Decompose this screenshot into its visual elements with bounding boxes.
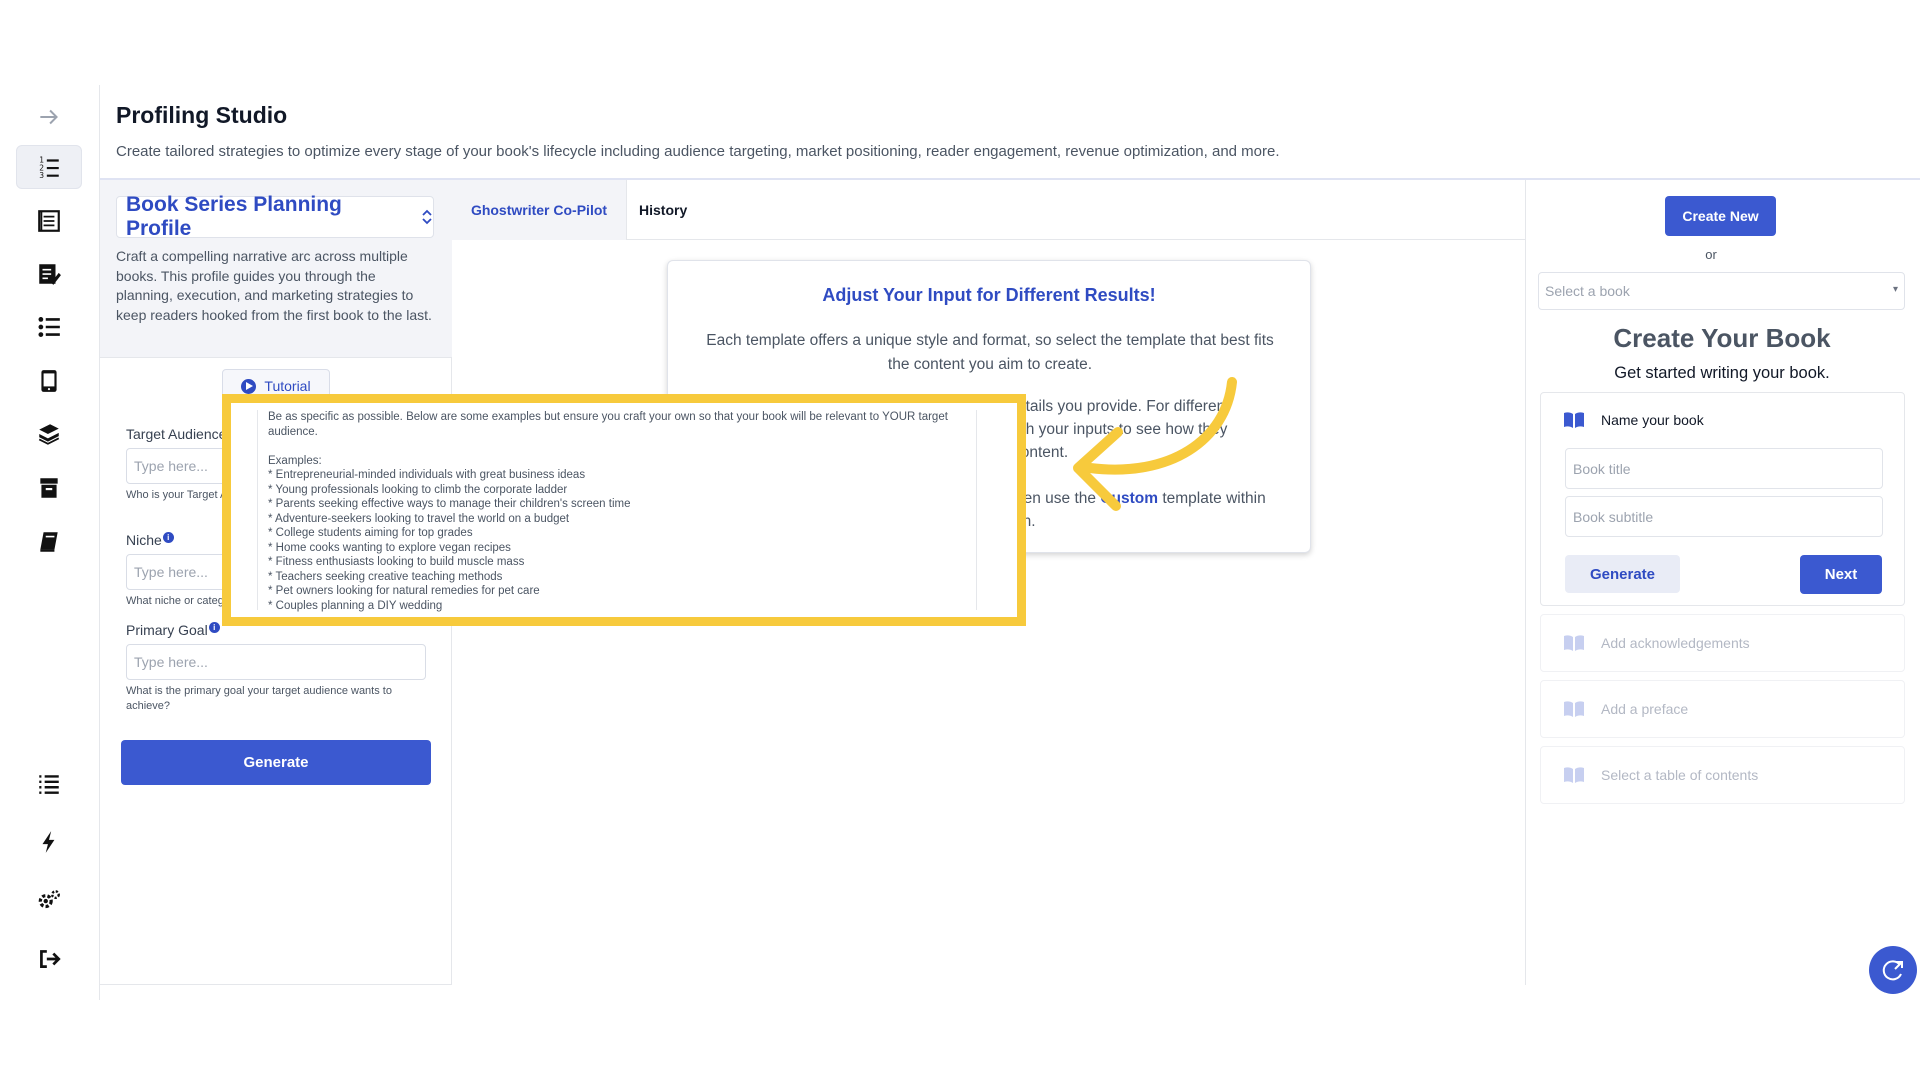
create-new-button[interactable]: Create New — [1665, 196, 1776, 236]
profile-summary: Book Series Planning Profile Craft a com… — [100, 180, 452, 358]
step-label: Select a table of contents — [1601, 767, 1759, 783]
highlight-frame — [222, 394, 1026, 626]
play-icon — [241, 378, 257, 394]
info-card-title: Adjust Your Input for Different Results! — [822, 285, 1156, 305]
book-subtitle-input[interactable]: Book subtitle — [1565, 496, 1883, 537]
page-title: Profiling Studio — [116, 102, 288, 128]
name-book-header: Name your book — [1563, 411, 1704, 429]
primary-goal-label: Primary Goal i — [126, 622, 220, 638]
annotation-arrow-icon — [1073, 377, 1237, 511]
open-book-icon — [1564, 412, 1584, 428]
svg-text:3: 3 — [39, 171, 44, 180]
arrow-right-icon[interactable] — [16, 95, 82, 139]
primary-goal-input[interactable]: Type here... — [126, 644, 426, 680]
create-book-subtitle: Get started writing your book. — [1614, 364, 1830, 382]
next-button[interactable]: Next — [1800, 555, 1882, 594]
open-book-icon — [1564, 635, 1584, 651]
chevron-up-down-icon — [421, 209, 433, 225]
lightning-icon[interactable] — [16, 820, 82, 864]
profile-selector[interactable]: Book Series Planning Profile — [116, 193, 434, 240]
create-book-panel: Create New or Select a book ▾ Create You… — [1525, 180, 1920, 985]
profile-name: Book Series Planning Profile — [126, 193, 342, 240]
tab-ghostwriter-copilot[interactable]: Ghostwriter Co-Pilot — [452, 180, 627, 240]
ordered-list-icon[interactable]: 123 — [16, 145, 82, 189]
book-select[interactable]: Select a book ▾ — [1538, 272, 1905, 310]
info-icon[interactable]: i — [208, 622, 220, 633]
book-title-input[interactable]: Book title — [1565, 448, 1883, 489]
generate-button[interactable]: Generate — [121, 740, 431, 785]
niche-label-text: Niche — [126, 532, 162, 548]
logout-icon[interactable] — [16, 937, 82, 981]
open-book-icon — [1564, 701, 1584, 717]
content-tabs: Ghostwriter Co-Pilot History — [452, 180, 1525, 240]
step-label: Add a preface — [1601, 701, 1689, 717]
bullet-list-icon[interactable] — [16, 305, 82, 349]
tab-history[interactable]: History — [639, 180, 687, 240]
list-icon[interactable] — [16, 762, 82, 806]
niche-label: Niche i — [126, 532, 174, 548]
generate-title-button[interactable]: Generate — [1565, 555, 1680, 593]
or-separator: or — [1705, 247, 1717, 262]
tablet-icon[interactable] — [16, 359, 82, 403]
open-book-icon — [1564, 767, 1584, 783]
book-stack-icon[interactable] — [16, 412, 82, 456]
book-select-placeholder: Select a book — [1545, 283, 1630, 299]
chevron-down-icon: ▾ — [1892, 284, 1898, 295]
info-icon[interactable]: i — [162, 532, 174, 543]
step-preface[interactable]: Add a preface — [1540, 680, 1905, 738]
refresh-chat-icon — [1882, 960, 1903, 981]
book-list-icon[interactable] — [16, 199, 82, 243]
name-book-label: Name your book — [1601, 412, 1704, 428]
profile-description: Craft a compelling narrative arc across … — [116, 248, 432, 323]
create-book-title: Create Your Book — [1613, 323, 1831, 353]
primary-goal-label-text: Primary Goal — [126, 622, 208, 638]
target-audience-label-text: Target Audience — [126, 426, 227, 442]
step-table-of-contents[interactable]: Select a table of contents — [1540, 746, 1905, 804]
name-book-card: Name your book Book title Book subtitle … — [1540, 392, 1905, 606]
book-icon[interactable] — [16, 520, 82, 564]
edit-document-icon[interactable] — [16, 252, 82, 296]
help-chat-button[interactable] — [1869, 946, 1917, 994]
step-label: Add acknowledgements — [1601, 635, 1750, 651]
icon-rail: 123 — [0, 85, 100, 1000]
archive-icon[interactable] — [16, 466, 82, 510]
tutorial-label: Tutorial — [264, 378, 311, 394]
page-description: Create tailored strategies to optimize e… — [116, 143, 1280, 160]
settings-icon[interactable] — [16, 878, 82, 922]
step-acknowledgements[interactable]: Add acknowledgements — [1540, 614, 1905, 672]
primary-goal-help: What is the primary goal your target aud… — [126, 685, 392, 712]
